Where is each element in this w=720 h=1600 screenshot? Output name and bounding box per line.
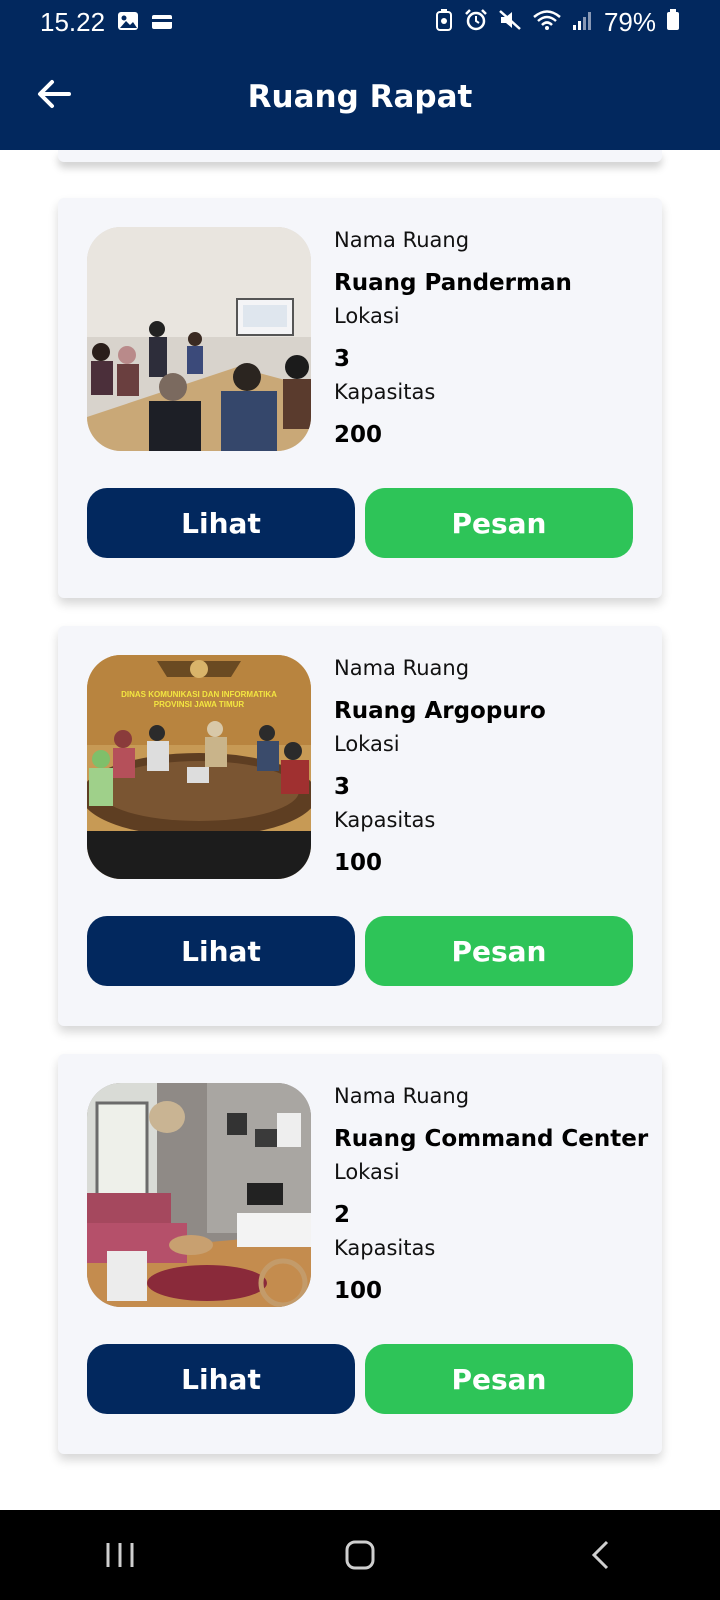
card-icon <box>151 7 173 38</box>
arrow-left-icon <box>38 80 71 108</box>
room-capacity: 200 <box>334 422 383 448</box>
room-name: Ruang Command Center <box>334 1126 649 1152</box>
room-capacity-label: Kapasitas <box>334 1236 436 1260</box>
photo-sign-text: PROVINSI JAWA TIMUR <box>154 700 245 709</box>
book-button[interactable]: Pesan <box>365 488 633 558</box>
battery-icon <box>666 7 680 38</box>
book-button[interactable]: Pesan <box>365 916 633 986</box>
book-button[interactable]: Pesan <box>365 1344 633 1414</box>
back-button[interactable] <box>34 74 74 114</box>
room-list[interactable]: Nama Ruang Ruang Panderman Lokasi 3 Kapa… <box>0 150 720 1510</box>
home-icon <box>345 1540 375 1570</box>
chevron-left-icon <box>591 1540 609 1570</box>
room-name-label: Nama Ruang <box>334 228 470 252</box>
room-info: Nama Ruang Ruang Panderman Lokasi 3 Kapa… <box>334 228 654 448</box>
recycle-icon <box>434 7 454 38</box>
wifi-icon <box>532 7 562 38</box>
app-bar: Ruang Rapat <box>0 44 720 150</box>
room-card: Nama Ruang Ruang Command Center Lokasi 2… <box>58 1054 662 1454</box>
room-location-label: Lokasi <box>334 1160 400 1184</box>
room-name-label: Nama Ruang <box>334 656 470 680</box>
room-photo <box>87 1083 311 1307</box>
view-button[interactable]: Lihat <box>87 916 355 986</box>
room-location: 3 <box>334 774 351 800</box>
page-title: Ruang Rapat <box>247 79 473 115</box>
alarm-icon <box>464 7 488 38</box>
battery-percent: 79% <box>603 6 656 37</box>
room-info: Nama Ruang Ruang Command Center Lokasi 2… <box>334 1084 654 1304</box>
room-capacity-label: Kapasitas <box>334 380 436 404</box>
signal-icon <box>572 7 594 38</box>
system-nav-bar <box>0 1510 720 1600</box>
room-name-label: Nama Ruang <box>334 1084 470 1108</box>
status-time: 15.22 <box>40 6 106 37</box>
gallery-icon <box>117 7 139 38</box>
room-location-label: Lokasi <box>334 304 400 328</box>
room-name: Ruang Argopuro <box>334 698 546 724</box>
home-button[interactable] <box>330 1525 390 1585</box>
status-bar: 15.22 79% <box>0 0 720 44</box>
mute-icon <box>498 7 522 38</box>
recent-apps-icon <box>106 1543 134 1567</box>
nav-back-button[interactable] <box>570 1525 630 1585</box>
recent-apps-button[interactable] <box>90 1525 150 1585</box>
view-button[interactable]: Lihat <box>87 488 355 558</box>
room-capacity: 100 <box>334 1278 383 1304</box>
room-capacity: 100 <box>334 850 383 876</box>
room-card: DINAS KOMUNIKASI DAN INFORMATIKA PROVINS… <box>58 626 662 1026</box>
view-button[interactable]: Lihat <box>87 1344 355 1414</box>
room-name: Ruang Panderman <box>334 270 572 296</box>
room-card-partial <box>58 150 662 162</box>
room-capacity-label: Kapasitas <box>334 808 436 832</box>
room-location: 3 <box>334 346 351 372</box>
room-location-label: Lokasi <box>334 732 400 756</box>
room-photo <box>87 227 311 451</box>
room-photo: DINAS KOMUNIKASI DAN INFORMATIKA PROVINS… <box>87 655 311 879</box>
room-info: Nama Ruang Ruang Argopuro Lokasi 3 Kapas… <box>334 656 654 876</box>
room-card: Nama Ruang Ruang Panderman Lokasi 3 Kapa… <box>58 198 662 598</box>
photo-sign-text: DINAS KOMUNIKASI DAN INFORMATIKA <box>121 690 277 699</box>
room-location: 2 <box>334 1202 351 1228</box>
